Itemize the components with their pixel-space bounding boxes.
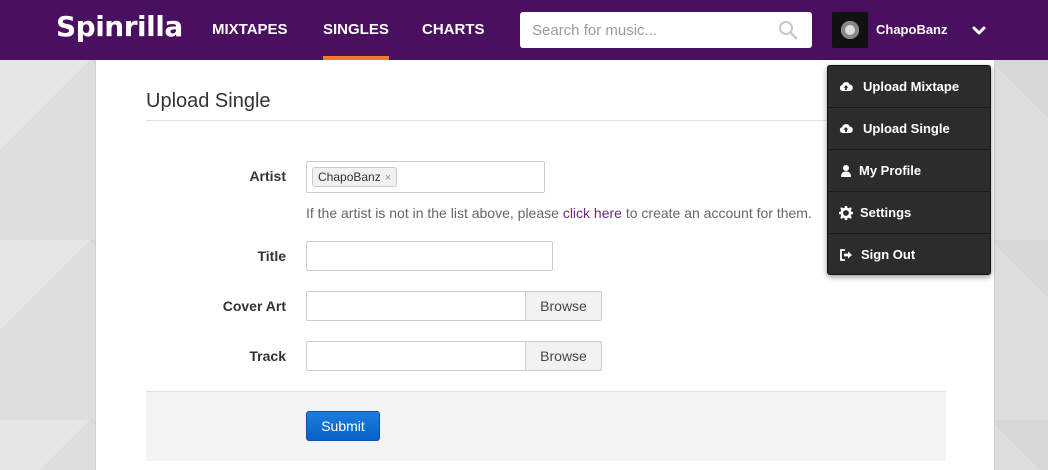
track-file-input[interactable] [306,341,526,371]
menu-item-my-profile[interactable]: My Profile [828,150,990,192]
title-label: Title [257,248,286,264]
nav-charts[interactable]: CHARTS [422,21,485,38]
menu-item-settings[interactable]: Settings [828,192,990,234]
search-box [520,12,812,48]
track-label: Track [249,348,286,364]
username[interactable]: ChapoBanz [876,22,948,37]
menu-label: Upload Mixtape [863,79,960,94]
artist-help-text: If the artist is not in the list above, … [306,205,812,221]
cover-art-label: Cover Art [222,298,286,314]
user-dropdown-menu: Upload Mixtape Upload Single My Profile … [827,65,991,275]
form-actions: Submit [146,391,946,461]
artist-label: Artist [249,168,286,184]
menu-label: Settings [860,205,912,220]
menu-item-sign-out[interactable]: Sign Out [828,234,990,276]
menu-label: Sign Out [861,247,916,262]
page-title: Upload Single [146,90,271,112]
artist-tag-label: ChapoBanz [318,170,381,184]
tag-remove-icon[interactable]: × [385,172,391,184]
menu-item-upload-mixtape[interactable]: Upload Mixtape [828,66,990,108]
cloud-upload-icon [839,82,853,92]
chevron-down-icon[interactable] [970,22,988,40]
user-icon [841,165,851,177]
top-navbar: Spinrilla MIXTAPES SINGLES CHARTS ChapoB… [0,0,1048,60]
nav-mixtapes[interactable]: MIXTAPES [212,21,288,38]
track-browse-button[interactable]: Browse [525,341,602,371]
artist-tag: ChapoBanz × [312,167,398,187]
create-account-link[interactable]: click here [563,205,622,221]
help-suffix: to create an account for them. [625,205,812,221]
submit-button[interactable]: Submit [306,411,380,441]
gear-icon [839,206,853,220]
divider [146,120,946,121]
menu-label: My Profile [859,163,922,178]
search-icon[interactable] [778,20,798,40]
nav-singles[interactable]: SINGLES [323,21,389,60]
artist-field[interactable]: ChapoBanz × [306,161,545,193]
menu-label: Upload Single [863,121,950,136]
sign-out-icon [840,249,852,261]
menu-item-upload-single[interactable]: Upload Single [828,108,990,150]
logo[interactable]: Spinrilla [56,10,183,43]
cloud-upload-icon [839,124,853,134]
cover-art-browse-button[interactable]: Browse [525,291,602,321]
cover-art-file-input[interactable] [306,291,526,321]
search-input[interactable] [520,12,770,48]
avatar[interactable] [832,12,868,48]
help-prefix: If the artist is not in the list above, … [306,205,559,221]
title-input[interactable] [306,241,553,271]
